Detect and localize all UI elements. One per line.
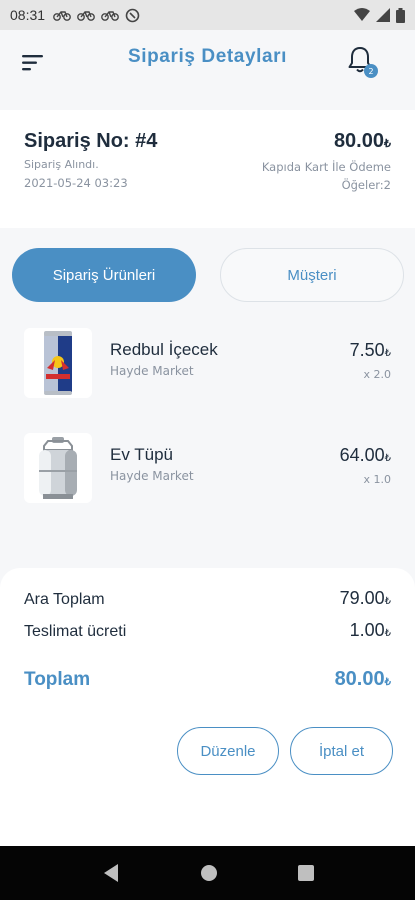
subtotal-row: Ara Toplam 79.00₺ xyxy=(24,588,391,609)
currency-symbol: ₺ xyxy=(384,596,391,607)
currency-symbol: ₺ xyxy=(384,348,391,359)
home-icon[interactable] xyxy=(200,864,218,882)
delivery-fee-value: 1.00₺ xyxy=(350,620,391,641)
product-quantity: x 1.0 xyxy=(363,473,392,486)
product-item[interactable]: Redbul İçecek Hayde Market 7.50₺ x 2.0 xyxy=(0,328,415,404)
delivery-fee-label: Teslimat ücreti xyxy=(24,623,127,640)
status-bar: 08:31 xyxy=(0,0,415,30)
currency-symbol: ₺ xyxy=(384,138,391,150)
order-number: Sipariş No: #4 xyxy=(24,130,158,152)
order-items-count: Öğeler:2 xyxy=(341,178,391,192)
delivery-fee-row: Teslimat ücreti 1.00₺ xyxy=(24,620,391,641)
bicycle-icon xyxy=(77,11,95,21)
total-label: Toplam xyxy=(24,669,91,690)
product-name: Redbul İçecek xyxy=(110,340,218,359)
system-navigation-bar xyxy=(0,846,415,900)
edit-button[interactable]: Düzenle xyxy=(177,727,279,775)
battery-icon xyxy=(396,7,405,23)
product-price-value: 64.00 xyxy=(339,445,385,465)
bicycle-icon xyxy=(101,11,119,21)
notification-button[interactable]: 2 xyxy=(345,44,379,80)
vpn-icon xyxy=(125,8,140,22)
recents-icon[interactable] xyxy=(297,865,314,881)
status-time: 08:31 xyxy=(10,7,46,23)
product-price: 7.50₺ xyxy=(350,340,391,361)
order-date: 2021-05-24 03:23 xyxy=(24,176,128,190)
tab-customer[interactable]: Müşteri xyxy=(220,248,404,302)
currency-symbol: ₺ xyxy=(384,453,391,464)
status-left-icons xyxy=(53,8,140,23)
total-amount: 80.00 xyxy=(334,668,385,690)
product-image-energy-drink xyxy=(24,328,92,398)
product-item[interactable]: Ev Tüpü Hayde Market 64.00₺ x 1.0 xyxy=(0,433,415,509)
back-icon[interactable] xyxy=(102,863,120,883)
notification-badge: 2 xyxy=(364,64,378,78)
signal-icon xyxy=(376,8,390,22)
status-right-icons xyxy=(354,7,405,23)
product-image-gas-cylinder xyxy=(24,433,92,503)
delivery-fee-amount: 1.00 xyxy=(349,620,385,640)
product-quantity: x 2.0 xyxy=(363,368,392,381)
payment-method: Kapıda Kart İle Ödeme xyxy=(261,160,391,174)
order-summary-card: Sipariş No: #4 Sipariş Alındı. 2021-05-2… xyxy=(0,110,415,228)
subtotal-label: Ara Toplam xyxy=(24,591,105,608)
wifi-icon xyxy=(354,8,370,21)
product-price: 64.00₺ xyxy=(340,445,391,466)
product-price-value: 7.50 xyxy=(349,340,385,360)
product-name: Ev Tüpü xyxy=(110,445,174,464)
tab-order-products[interactable]: Sipariş Ürünleri xyxy=(12,248,196,302)
currency-symbol: ₺ xyxy=(384,628,391,639)
order-total-value: 80.00 xyxy=(333,130,384,152)
subtotal-value: 79.00₺ xyxy=(340,588,391,609)
app-header: Sipariş Detayları 2 xyxy=(0,30,415,110)
currency-symbol: ₺ xyxy=(384,677,391,688)
total-row: Toplam 80.00₺ xyxy=(24,668,391,691)
product-store: Hayde Market xyxy=(110,469,194,483)
product-store: Hayde Market xyxy=(110,364,194,378)
order-status: Sipariş Alındı. xyxy=(24,158,99,171)
price-summary-panel: Ara Toplam 79.00₺ Teslimat ücreti 1.00₺ … xyxy=(0,568,415,848)
subtotal-amount: 79.00 xyxy=(339,588,385,608)
order-total: 80.00₺ xyxy=(334,130,391,153)
total-value: 80.00₺ xyxy=(335,668,391,691)
cancel-order-button[interactable]: İptal et xyxy=(290,727,393,775)
bicycle-icon xyxy=(53,11,71,21)
